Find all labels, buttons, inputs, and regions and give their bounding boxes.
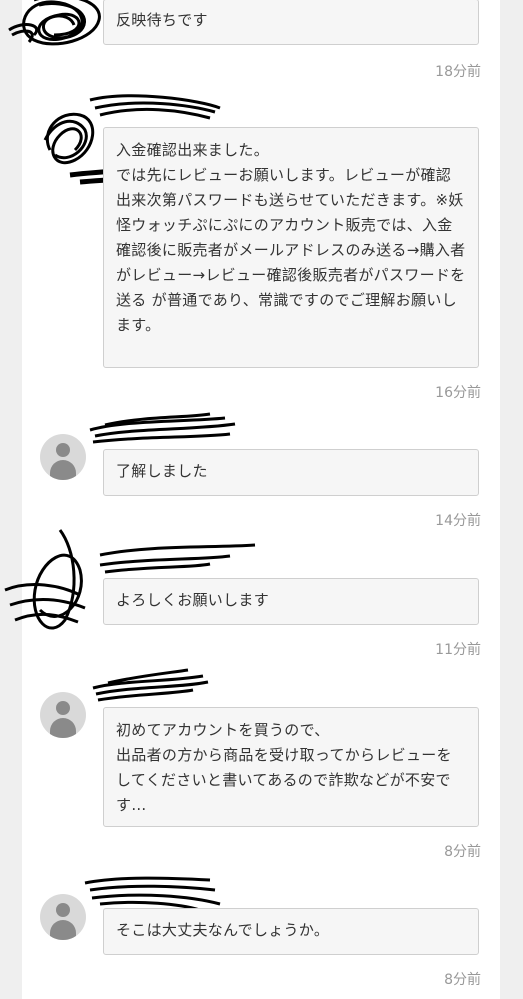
message-timestamp: 14分前 (435, 513, 481, 529)
message-bubble: そこは大丈夫なんでしょうか。 (103, 908, 479, 955)
message-bubble: 入金確認出来ました。 では先にレビューお願いします。レビューが確認出来次第パスワ… (103, 127, 479, 368)
message-timestamp: 11分前 (435, 642, 481, 658)
message-timestamp: 16分前 (435, 385, 481, 401)
message-timestamp: 18分前 (435, 64, 481, 80)
redacted-avatar (8, 0, 101, 46)
redacted-username (89, 412, 236, 444)
message-bubble: 初めてアカウントを買うので、 出品者の方から商品を受け取ってからレビューをしてく… (103, 707, 479, 827)
message-bubble: 反映待ちです (103, 0, 479, 45)
message-timestamp: 8分前 (444, 972, 481, 988)
message-bubble: よろしくお願いします (103, 578, 479, 625)
redacted-username (92, 668, 209, 702)
user-avatar-icon[interactable] (40, 692, 86, 738)
user-avatar-icon[interactable] (40, 434, 86, 480)
message-timestamp: 8分前 (444, 844, 481, 860)
message-bubble: 了解しました (103, 449, 479, 496)
